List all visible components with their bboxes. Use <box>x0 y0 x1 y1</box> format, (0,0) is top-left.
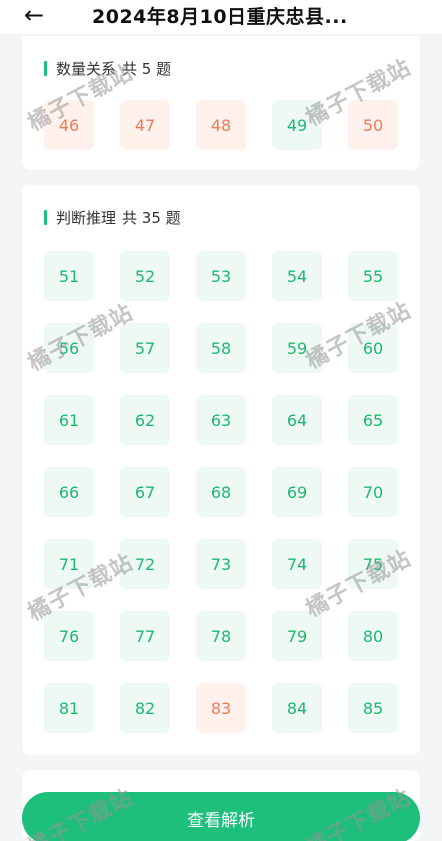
question-number-button[interactable]: 55 <box>348 251 398 301</box>
question-number-button[interactable]: 46 <box>44 100 94 150</box>
question-number-button[interactable]: 50 <box>348 100 398 150</box>
question-number-button[interactable]: 56 <box>44 323 94 373</box>
question-number-button[interactable]: 66 <box>44 467 94 517</box>
question-number-button[interactable]: 67 <box>120 467 170 517</box>
question-number-button[interactable]: 58 <box>196 323 246 373</box>
question-number-button[interactable]: 52 <box>120 251 170 301</box>
question-number-button[interactable]: 82 <box>120 683 170 733</box>
question-number-button[interactable]: 78 <box>196 611 246 661</box>
page-title: 2024年8月10日重庆忠县... <box>92 6 348 28</box>
question-number-button[interactable]: 61 <box>44 395 94 445</box>
question-number-button[interactable]: 68 <box>196 467 246 517</box>
question-number-button[interactable]: 76 <box>44 611 94 661</box>
question-number-button[interactable]: 77 <box>120 611 170 661</box>
question-number-button[interactable]: 83 <box>196 683 246 733</box>
question-number-button[interactable]: 69 <box>272 467 322 517</box>
section-title: 判断推理 共 35 题 <box>44 207 181 228</box>
header-bar: ← 2024年8月10日重庆忠县... <box>0 0 442 34</box>
section-title: 数量关系 共 5 题 <box>44 58 171 79</box>
question-number-button[interactable]: 70 <box>348 467 398 517</box>
section-accent-bar <box>44 210 47 225</box>
question-number-button[interactable]: 51 <box>44 251 94 301</box>
section-count: 共 35 题 <box>122 209 181 227</box>
arrow-left-icon[interactable]: ← <box>20 1 48 29</box>
question-number-button[interactable]: 65 <box>348 395 398 445</box>
question-number-button[interactable]: 85 <box>348 683 398 733</box>
section-name: 数量关系 <box>56 60 117 78</box>
section-card-reasoning: 判断推理 共 35 题 51 52 53 54 55 56 57 58 59 60 61 62 63 64… <box>22 185 420 755</box>
question-number-button[interactable]: 64 <box>272 395 322 445</box>
question-number-button[interactable]: 75 <box>348 539 398 589</box>
question-number-button[interactable]: 54 <box>272 251 322 301</box>
section-name: 判断推理 <box>56 209 117 227</box>
section-count: 共 5 题 <box>122 60 172 78</box>
question-number-button[interactable]: 59 <box>272 323 322 373</box>
question-number-button[interactable]: 71 <box>44 539 94 589</box>
question-number-button[interactable]: 80 <box>348 611 398 661</box>
section-card-quantity: 数量关系 共 5 题 46 47 48 49 50 <box>22 36 420 170</box>
question-number-button[interactable]: 73 <box>196 539 246 589</box>
question-number-button[interactable]: 60 <box>348 323 398 373</box>
question-number-button[interactable]: 79 <box>272 611 322 661</box>
question-number-button[interactable]: 81 <box>44 683 94 733</box>
question-number-button[interactable]: 84 <box>272 683 322 733</box>
question-number-button[interactable]: 57 <box>120 323 170 373</box>
section-accent-bar <box>44 61 47 76</box>
question-number-button[interactable]: 72 <box>120 539 170 589</box>
question-number-button[interactable]: 53 <box>196 251 246 301</box>
question-number-button[interactable]: 62 <box>120 395 170 445</box>
question-number-button[interactable]: 63 <box>196 395 246 445</box>
question-number-button[interactable]: 74 <box>272 539 322 589</box>
question-number-button[interactable]: 48 <box>196 100 246 150</box>
view-analysis-button[interactable]: 查看解析 <box>22 792 420 841</box>
question-number-button[interactable]: 49 <box>272 100 322 150</box>
question-number-button[interactable]: 47 <box>120 100 170 150</box>
